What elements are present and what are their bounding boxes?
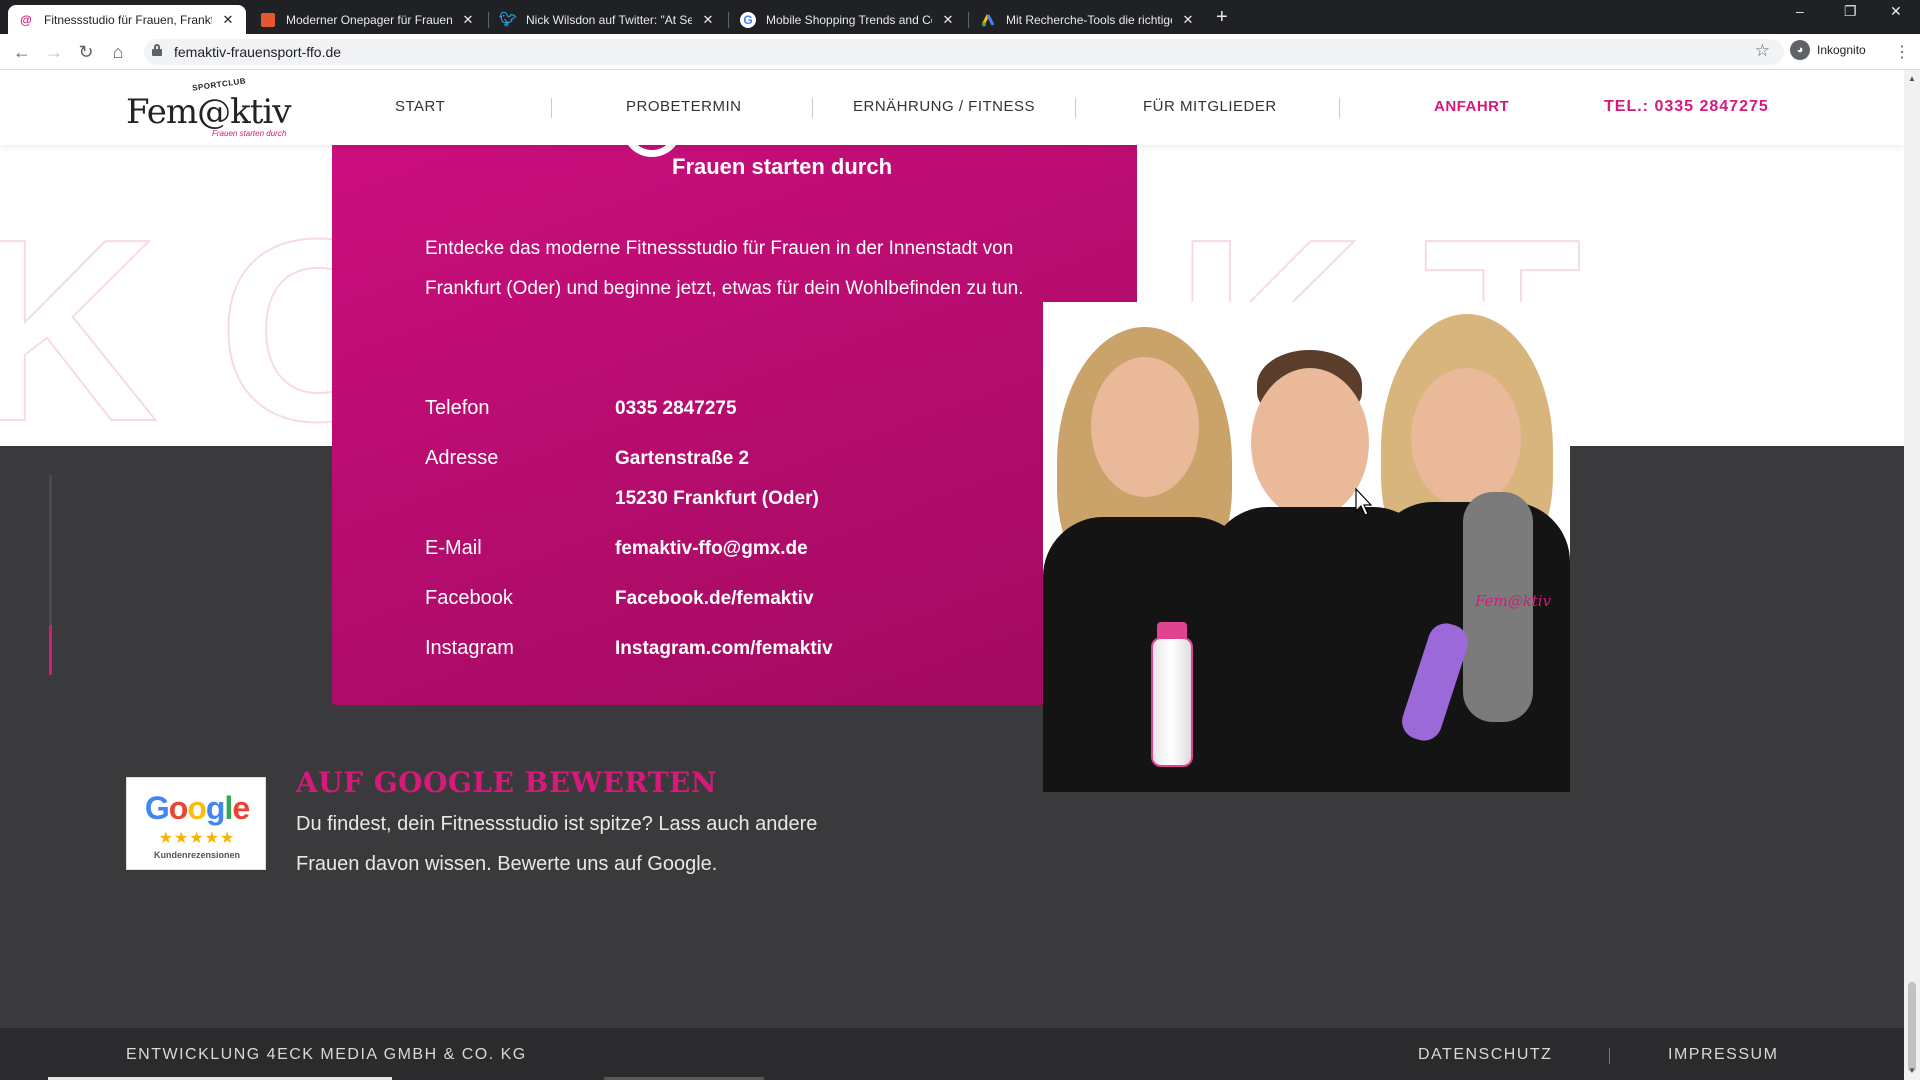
close-tab-icon[interactable]: ✕ [1180,12,1196,28]
google-review-badge[interactable]: Google ★★★★★ Kundenrezensionen [126,777,266,870]
card-tagline: Frauen starten durch [672,154,893,179]
nav-fuer-mitglieder[interactable]: FÜR MITGLIEDER [1143,98,1277,115]
bookmark-star-icon[interactable]: ☆ [1755,41,1770,61]
browser-toolbar: ← → ↻ ⌂ femaktiv-frauensport-ffo.de ☆ ◕ … [0,34,1920,70]
footer-link-datenschutz[interactable]: DATENSCHUTZ [1418,1046,1552,1064]
nav-probetermin[interactable]: PROBETERMIN [626,98,742,115]
contact-value-city: 15230 Frankfurt (Oder) [615,488,819,509]
tab-divider [968,12,969,28]
contact-value-email[interactable]: femaktiv-ffo@gmx.de [615,538,808,560]
footer-link-impressum[interactable]: IMPRESSUM [1668,1046,1778,1064]
logo-club-text: SPORTCLUB [191,76,247,93]
logo-tagline: Frauen starten durch [212,129,287,138]
logo-wordmark: Fem@ktiv [126,92,291,132]
tab-title: Mobile Shopping Trends and Con [766,12,932,27]
contact-label-adresse: Adresse [425,447,499,469]
google-review-title[interactable]: AUF GOOGLE BEWERTEN [296,766,717,799]
photo-water-bottle [1151,637,1193,767]
close-tab-icon[interactable]: ✕ [460,12,476,28]
browser-tab-strip: @ Fitnessstudio für Frauen, Frankfurt ✕ … [0,0,1920,34]
team-photo: Fem@ktiv [1043,302,1570,792]
close-tab-icon[interactable]: ✕ [940,12,956,28]
nav-divider [1075,98,1076,118]
google-icon: G [740,11,756,28]
tab-mobile-shopping[interactable]: G Mobile Shopping Trends and Con ✕ [730,5,966,34]
twitter-icon: 🐦︎ [499,11,517,27]
page-viewport: KONTAKT SPORTCLUB Fem@ktiv Frauen starte… [0,70,1904,1080]
restore-icon[interactable]: ❐ [1844,3,1857,20]
window-close-icon[interactable]: ✕ [1890,3,1902,20]
footer-developer-credit: ENTWICKLUNG 4ECK MEDIA GMBH & CO. KG [126,1046,527,1063]
tab-divider [728,12,729,28]
photo-shirt [1208,507,1433,792]
tab-title: Mit Recherche-Tools die richtige [1006,12,1172,27]
contact-value-instagram[interactable]: Instagram.com/femaktiv [615,638,833,660]
incognito-icon: ◕ [1790,40,1810,60]
incognito-label: Inkognito [1817,43,1866,57]
orange-square-favicon [260,12,276,28]
back-icon[interactable]: ← [10,40,34,64]
url-text[interactable]: femaktiv-frauensport-ffo.de [174,44,341,60]
contact-label-instagram: Instagram [425,637,514,659]
contact-label-telefon: Telefon [425,397,490,419]
contact-value-facebook[interactable]: Facebook.de/femaktiv [615,588,814,610]
reload-icon[interactable]: ↻ [74,40,98,64]
site-footer: ENTWICKLUNG 4ECK MEDIA GMBH & CO. KG DAT… [0,1028,1904,1080]
address-bar[interactable]: femaktiv-frauensport-ffo.de ☆ [144,39,1784,65]
tab-title: Nick Wilsdon auf Twitter: "At Sea [526,12,692,27]
badge-caption: Kundenrezensionen [153,850,240,860]
photo-face [1251,368,1369,518]
femaktiv-favicon: @ [20,12,32,27]
tab-title: Fitnessstudio für Frauen, Frankfurt [44,12,212,27]
incognito-indicator[interactable]: ◕ Inkognito [1790,40,1866,60]
photo-face [1091,357,1199,497]
page-scrollbar[interactable]: ▲ ▼ [1904,70,1920,1080]
close-tab-icon[interactable]: ✕ [220,12,236,28]
contact-card: Frauen starten durch Entdecke das modern… [332,117,1137,705]
nav-divider [1339,98,1340,118]
nav-divider [551,98,552,118]
contact-value-telefon[interactable]: 0335 2847275 [615,398,737,420]
scroll-progress-indicator [49,475,52,675]
photo-face [1411,368,1521,508]
tab-femaktiv[interactable]: @ Fitnessstudio für Frauen, Frankfurt ✕ [8,5,246,34]
home-icon[interactable]: ⌂ [106,40,130,64]
scroll-down-arrow-icon[interactable]: ▼ [1908,1066,1916,1075]
mouse-cursor-icon [1355,488,1373,516]
header-phone-link[interactable]: TEL.: 0335 2847275 [1604,98,1769,116]
photo-shirt-logo: Fem@ktiv [1475,592,1552,610]
close-tab-icon[interactable]: ✕ [700,12,716,28]
site-logo[interactable]: SPORTCLUB Fem@ktiv Frauen starten durch [126,76,296,138]
nav-anfahrt[interactable]: ANFAHRT [1434,98,1509,115]
nav-start[interactable]: START [395,98,445,115]
nav-divider [812,98,813,118]
lock-icon [152,44,162,56]
contact-label-email: E-Mail [425,537,482,559]
menu-kebab-icon[interactable]: ⋮ [1894,42,1910,62]
card-intro-text: Entdecke das moderne Fitnessstudio für F… [425,238,1024,299]
new-tab-button[interactable]: + [1216,6,1228,29]
forward-icon[interactable]: → [42,40,66,64]
tab-onepager[interactable]: Moderner Onepager für Frauen- ✕ [250,5,486,34]
site-header: SPORTCLUB Fem@ktiv Frauen starten durch … [0,70,1904,145]
tab-divider [488,12,489,28]
contact-value-street: Gartenstraße 2 [615,448,750,469]
rating-stars-icon: ★★★★★ [158,830,236,847]
footer-divider [1609,1048,1610,1064]
google-ads-icon [980,12,996,28]
tab-twitter[interactable]: 🐦︎ Nick Wilsdon auf Twitter: "At Sea ✕ [490,5,726,34]
nav-ernaehrung-fitness[interactable]: ERNÄHRUNG / FITNESS [853,98,1035,115]
scroll-up-arrow-icon[interactable]: ▲ [1908,74,1916,83]
tab-title: Moderner Onepager für Frauen- [286,12,452,27]
tab-recherche[interactable]: Mit Recherche-Tools die richtige ✕ [970,5,1206,34]
scrollbar-thumb[interactable] [1908,982,1916,1072]
contact-label-facebook: Facebook [425,587,513,609]
google-review-text: Du findest, dein Fitnessstudio ist spitz… [296,813,818,875]
google-logo: Google [144,790,250,826]
minimize-icon[interactable]: – [1796,3,1804,19]
